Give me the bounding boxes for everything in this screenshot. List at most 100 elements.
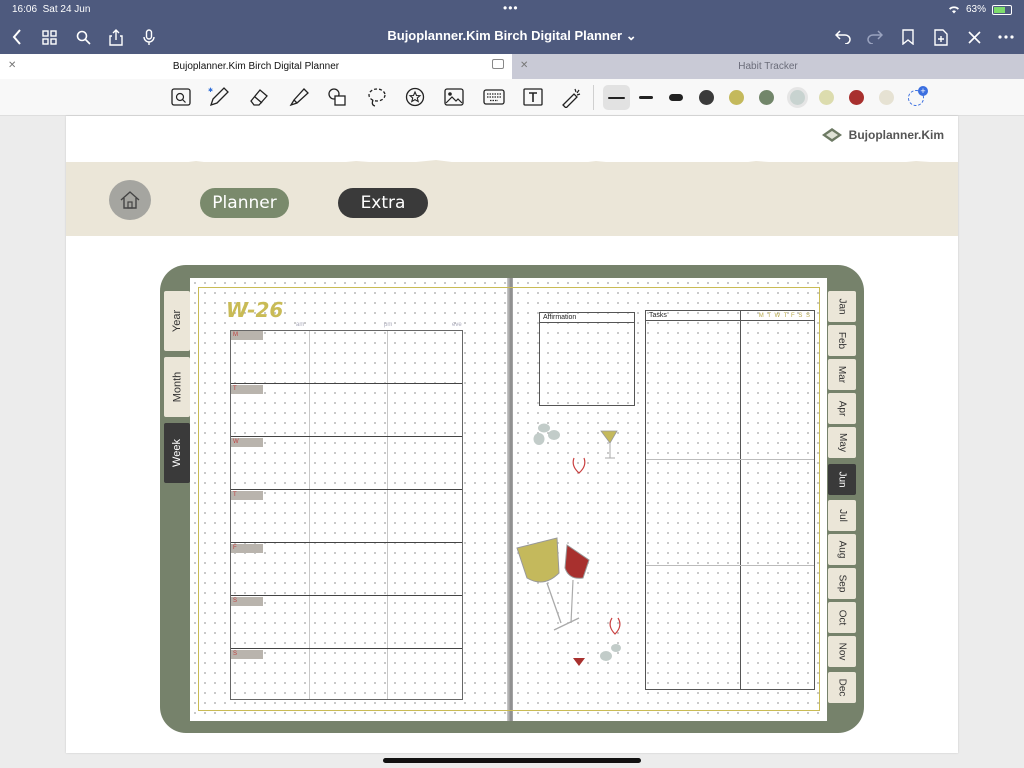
document-canvas[interactable]: Bujoplanner.Kim Planner Extra Year Month… — [0, 116, 1024, 768]
keyboard-icon — [483, 89, 505, 105]
tab-month-jul[interactable]: Jul — [828, 500, 856, 531]
stroke-thick[interactable] — [669, 94, 683, 101]
planner-book: Year Month Week W-26 am pm eve M T W T F… — [160, 265, 864, 733]
tab-month-may[interactable]: May — [828, 427, 856, 458]
home-indicator[interactable] — [383, 758, 641, 763]
tab-year[interactable]: Year — [164, 291, 190, 351]
tab-month-jun[interactable]: Jun — [828, 464, 856, 495]
tasks-box[interactable]: Tasks M T W T F S S — [645, 310, 815, 690]
undo-icon — [835, 30, 851, 44]
wifi-icon — [948, 6, 959, 14]
status-right: 63% — [948, 4, 1012, 15]
image-tool[interactable] — [443, 86, 465, 108]
stroke-medium[interactable] — [639, 96, 653, 99]
highlighter-tool[interactable] — [288, 86, 310, 108]
day-label: S — [231, 597, 263, 606]
color-swatch[interactable] — [699, 90, 714, 105]
brand-logo: Bujoplanner.Kim — [820, 126, 944, 144]
planner-button[interactable]: Planner — [200, 188, 289, 218]
more-icon — [998, 35, 1014, 39]
shapes-icon — [328, 88, 346, 106]
extra-button[interactable]: Extra — [338, 188, 428, 218]
tab-month-nov[interactable]: Nov — [828, 636, 856, 667]
bookmark-icon — [902, 29, 914, 45]
day-label: W — [231, 438, 263, 447]
status-bar: 16:06 Sat 24 Jun ••• 63% — [0, 0, 1024, 20]
text-tool[interactable] — [522, 86, 544, 108]
zoom-box-icon — [171, 88, 191, 106]
day-label: T — [231, 491, 263, 500]
document-tabs: ✕ Bujoplanner.Kim Birch Digital Planner … — [0, 54, 1024, 79]
pen-tool[interactable]: ✱ — [208, 86, 230, 108]
battery-percent: 63% — [965, 4, 986, 15]
tab-month-dec[interactable]: Dec — [828, 672, 856, 703]
planner-page[interactable]: Bujoplanner.Kim Planner Extra Year Month… — [66, 116, 958, 753]
bookmark-button[interactable] — [897, 26, 919, 48]
habit-days: M T W T F S S — [758, 313, 811, 319]
tab-label: Bujoplanner.Kim Birch Digital Planner — [172, 61, 340, 72]
app-toolbar: Bujoplanner.Kim Birch Digital Planner ⌄ — [0, 20, 1024, 54]
home-icon — [120, 191, 140, 209]
zoom-box-tool[interactable] — [170, 86, 192, 108]
multitask-dots[interactable]: ••• — [503, 1, 519, 15]
tab-month-mar[interactable]: Mar — [828, 359, 856, 390]
column-heading: pm — [384, 322, 393, 328]
image-icon — [444, 88, 464, 106]
day-label: M — [231, 331, 263, 340]
logo-icon — [821, 128, 842, 142]
split-view-icon[interactable] — [492, 59, 504, 69]
more-button[interactable] — [995, 26, 1017, 48]
brand-name: Bujoplanner.Kim — [848, 128, 944, 142]
color-swatch[interactable] — [879, 90, 894, 105]
week-number: W-26 — [226, 298, 284, 322]
undo-button[interactable] — [832, 26, 854, 48]
toolbar-divider — [593, 85, 594, 110]
tab-month-feb[interactable]: Feb — [828, 325, 856, 356]
tab-month[interactable]: Month — [164, 357, 190, 417]
tab-month-sep[interactable]: Sep — [828, 568, 856, 599]
add-color-button[interactable]: + — [908, 86, 928, 106]
weekly-page[interactable]: W-26 am pm eve M T W T F S S — [190, 278, 510, 721]
highlighter-icon — [289, 88, 309, 107]
drawing-toolbar: ✱ + — [0, 79, 1024, 116]
tab-month-jan[interactable]: Jan — [828, 291, 856, 322]
tab-week[interactable]: Week — [164, 423, 190, 483]
column-heading: am — [296, 322, 305, 328]
close-tab-icon[interactable]: ✕ — [520, 60, 528, 71]
color-swatch[interactable] — [819, 90, 834, 105]
color-swatch[interactable] — [759, 90, 774, 105]
add-page-icon — [934, 28, 948, 46]
sticker-tool[interactable] — [404, 86, 426, 108]
day-label: S — [231, 650, 263, 659]
add-page-button[interactable] — [930, 26, 952, 48]
day-label: F — [231, 544, 263, 553]
battery-icon — [992, 4, 1012, 15]
column-heading: eve — [452, 322, 462, 328]
color-swatch-selected[interactable] — [787, 87, 808, 108]
tab-month-aug[interactable]: Aug — [828, 534, 856, 565]
home-button[interactable] — [109, 180, 151, 220]
color-swatch[interactable] — [849, 90, 864, 105]
tab-month-oct[interactable]: Oct — [828, 602, 856, 633]
tasks-header: Tasks M T W T F S S — [646, 311, 814, 321]
eraser-icon — [250, 89, 268, 106]
redo-button[interactable] — [864, 26, 886, 48]
pen-icon: ✱ — [208, 87, 229, 107]
wine-illustration — [516, 423, 621, 666]
tab-planner[interactable]: ✕ Bujoplanner.Kim Birch Digital Planner — [0, 54, 512, 79]
tab-label: Habit Tracker — [738, 61, 798, 72]
color-swatch[interactable] — [729, 90, 744, 105]
eraser-tool[interactable] — [248, 86, 270, 108]
lasso-tool[interactable] — [366, 86, 388, 108]
close-doc-button[interactable] — [963, 26, 985, 48]
tab-habit-tracker[interactable]: ✕ Habit Tracker — [512, 54, 1024, 79]
affirmation-box[interactable]: Affirmation — [539, 312, 635, 406]
close-tab-icon[interactable]: ✕ — [8, 60, 16, 71]
laser-pointer-tool[interactable] — [560, 86, 582, 108]
notes-page[interactable]: Affirmation Tasks M T W T F S S — [513, 278, 827, 721]
stroke-thin[interactable] — [608, 97, 625, 99]
tab-month-apr[interactable]: Apr — [828, 393, 856, 424]
tasks-label: Tasks — [649, 312, 667, 319]
shapes-tool[interactable] — [326, 86, 348, 108]
keyboard-tool[interactable] — [483, 86, 505, 108]
